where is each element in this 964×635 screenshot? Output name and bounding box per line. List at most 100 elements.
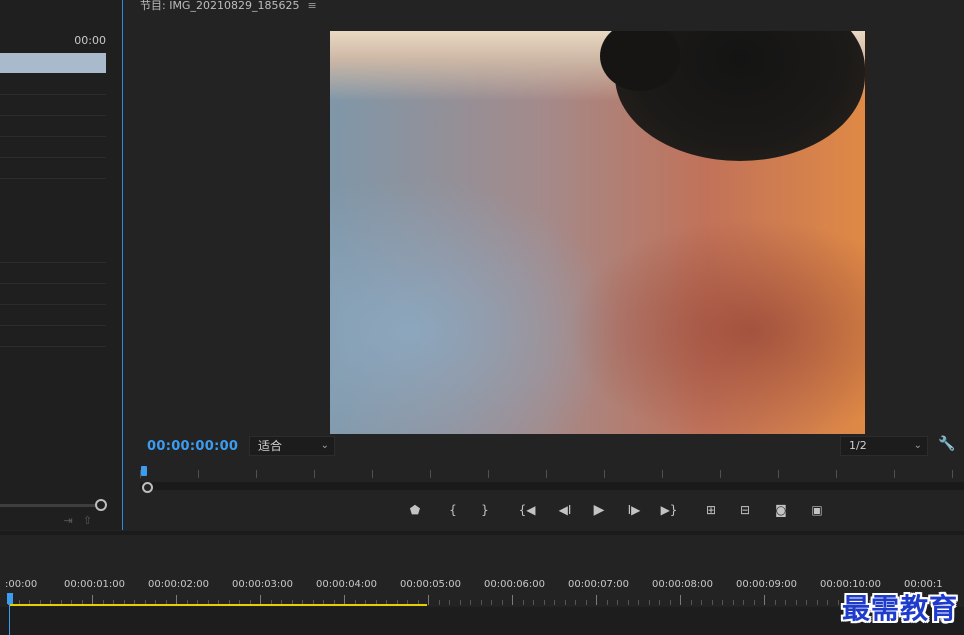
ruler-tick [836,470,837,478]
step-forward-button[interactable]: I▶ [623,500,645,520]
timeline-tick [544,600,545,605]
timeline-playhead-line [9,604,10,635]
monitor-scrub-bar[interactable] [140,482,964,490]
timeline-tick [439,600,440,605]
timeline-tick [785,600,786,605]
monitor-zoom-handle[interactable] [142,482,153,493]
timeline-timecode-label: 00:00:09:00 [736,579,798,590]
fit-select-value: 适合 [258,439,283,453]
list-divider [0,346,106,347]
timeline-tick [628,600,629,605]
timeline-tick [754,600,755,605]
panel-menu-icon[interactable]: ≡ [307,0,316,12]
timeline-timecode-label: 00:00:03:00 [232,579,294,590]
monitor-title: 节目: IMG_20210829_185625 ≡ [140,0,317,13]
timeline-tick [470,600,471,605]
list-divider [0,304,106,305]
video-frame [330,31,868,434]
ruler-tick [720,470,721,478]
ruler-tick [198,470,199,478]
source-zoom-handle[interactable] [95,499,107,511]
list-divider [0,283,106,284]
playhead-timecode[interactable]: 00:00:00:00 [147,439,238,454]
ruler-tick [372,470,373,478]
program-monitor: 节目: IMG_20210829_185625 ≡ 00:00:00:00 适合 … [124,0,964,530]
timeline-tick [596,595,597,605]
timeline-tick [817,600,818,605]
go-to-in-button[interactable]: {◀ [516,500,538,520]
lift-button[interactable]: ⊞ [700,500,722,520]
timeline-tick [449,600,450,605]
timeline-tick [670,600,671,605]
timeline-tick [701,600,702,605]
list-divider [0,325,106,326]
timeline-timecode-label: 00:00:07:00 [568,579,630,590]
source-panel: 00:00 ⇥⇧ [0,0,123,530]
source-selected-row[interactable] [0,53,106,73]
play-button[interactable]: ▶ [588,500,610,520]
export-icon[interactable]: ⇧ [83,514,102,527]
timeline-track[interactable] [0,607,964,635]
insert-icon[interactable]: ⇥ [64,514,83,527]
timeline-tick [575,600,576,605]
timeline-tick [638,600,639,605]
ruler-tick [546,470,547,478]
chevron-down-icon: ⌄ [320,440,329,451]
list-divider [0,157,106,158]
timeline-tick [649,600,650,605]
timeline-tick [827,600,828,605]
ruler-tick [430,470,431,478]
timeline-timecode-label: :00:00 [5,579,38,590]
timeline-tick [722,600,723,605]
ruler-tick [256,470,257,478]
ruler-tick [604,470,605,478]
list-divider [0,136,106,137]
source-scrub-bar[interactable] [0,504,100,507]
timeline-tick [743,600,744,605]
video-edge [865,31,868,434]
timeline-tick [796,600,797,605]
monitor-time-ruler[interactable] [140,466,964,478]
source-timecode: 00:00 [74,34,106,47]
timeline-timecode-label: 00:00:05:00 [400,579,462,590]
timeline-timecode-label: 00:00:01:00 [64,579,126,590]
timeline-tick [691,600,692,605]
timeline-tick [775,600,776,605]
work-area-bar[interactable] [10,604,427,606]
timeline-playhead[interactable] [7,593,13,604]
timeline-tick [586,600,587,605]
monitor-title-text: 节目: IMG_20210829_185625 [140,0,300,12]
timeline-timecode-label: 00:00:06:00 [484,579,546,590]
go-to-out-button[interactable]: ▶} [658,500,680,520]
timeline-tick [806,600,807,605]
timeline-tick [428,595,429,605]
mark-out-button[interactable]: } [474,500,496,520]
timeline-tick [481,600,482,605]
timeline-tick [523,600,524,605]
timeline-tick [533,600,534,605]
list-divider [0,262,106,263]
timeline-tick [838,600,839,605]
timeline-tick [733,600,734,605]
timeline-tick [460,600,461,605]
ruler-tick [894,470,895,478]
list-divider [0,94,106,95]
monitor-playhead[interactable] [141,466,147,476]
extract-button[interactable]: ⊟ [734,500,756,520]
resolution-select[interactable]: 1/2 ⌄ [840,436,928,456]
timeline-timecode-label: 00:00:02:00 [148,579,210,590]
wrench-icon[interactable]: 🔧 [938,436,955,452]
source-icons: ⇥⇧ [64,514,102,527]
mark-in-button[interactable]: { [442,500,464,520]
compare-view-button[interactable]: ▣ [806,500,828,520]
export-frame-button[interactable]: ◙ [770,500,792,520]
add-marker-button[interactable]: ⬟ [404,500,426,520]
step-back-button[interactable]: ◀I [554,500,576,520]
ruler-tick [488,470,489,478]
fit-select[interactable]: 适合 ⌄ [249,436,335,456]
timeline-timecode-label: 00:00:04:00 [316,579,378,590]
timeline-tick [565,600,566,605]
ruler-tick [314,470,315,478]
timeline-tick [764,595,765,605]
chevron-down-icon: ⌄ [913,440,922,451]
